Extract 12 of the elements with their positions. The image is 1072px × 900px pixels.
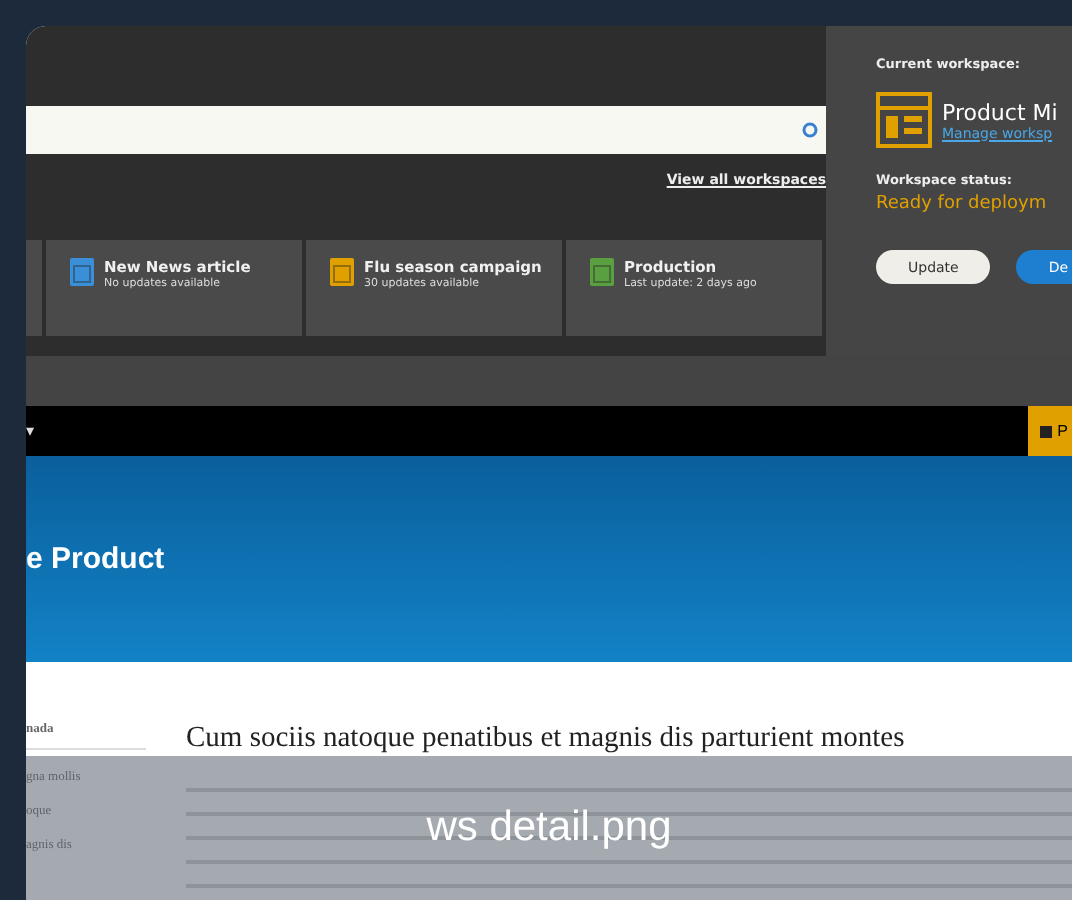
search-icon [802, 122, 818, 138]
file-name: ws detail.png [426, 804, 672, 852]
workspace-name: Product Mi [942, 99, 1058, 125]
layout-icon [876, 92, 932, 148]
search-field[interactable] [26, 106, 826, 154]
tile-background [26, 240, 42, 336]
article-title: Cum sociis natoque penatibus et magnis dis parturient montes [186, 722, 907, 756]
site-title: e Product [26, 542, 165, 576]
caret-icon[interactable]: ▾ [26, 422, 35, 440]
toolbar-button[interactable]: P [1027, 406, 1072, 456]
square-icon [1039, 425, 1052, 437]
workspace-status: Ready for deploym [876, 194, 1049, 214]
